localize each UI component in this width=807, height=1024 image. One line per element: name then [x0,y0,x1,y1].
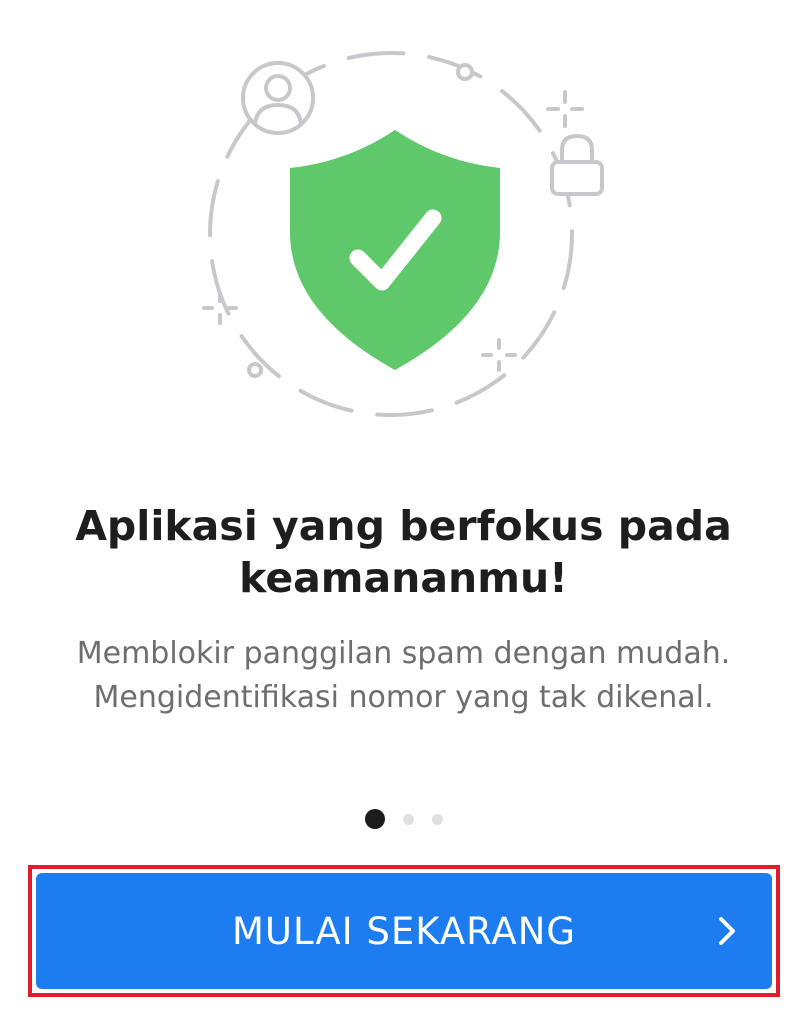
security-illustration [202,51,604,417]
sparkle-icon [546,90,584,128]
ring-dot-bottom-left [247,362,263,378]
ring-dot-top [456,63,474,81]
start-now-label: MULAI SEKARANG [231,909,577,953]
onboarding-title: Aplikasi yang berfokus pada keamananmu! [75,502,732,602]
page-dot [402,813,414,825]
onboarding-description: Memblokir panggilan spam dengan mudah. M… [76,636,731,715]
start-now-button[interactable]: MULAI SEKARANG [36,873,772,989]
page-dot [431,813,443,825]
shield-check-icon [290,130,500,370]
page-dot-active [364,809,385,829]
sparkle-icon [481,338,517,372]
chevron-right-icon [719,917,735,945]
sparkle-icon [202,291,238,325]
user-circle-icon [241,61,315,135]
lock-icon [550,133,604,196]
page-indicator [0,808,807,830]
